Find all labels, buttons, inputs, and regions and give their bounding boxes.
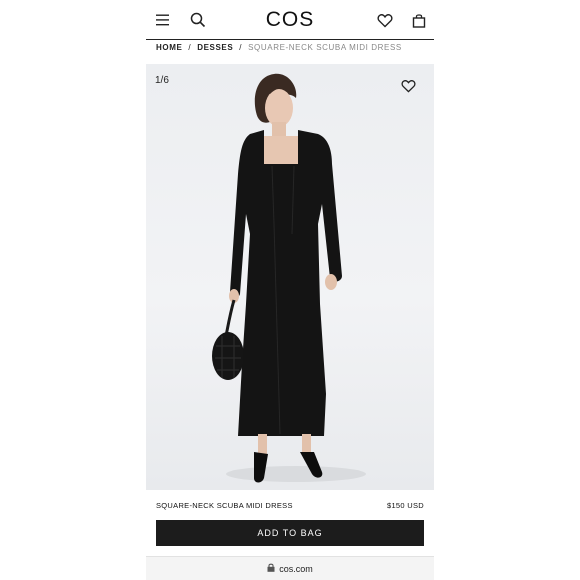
breadcrumb-separator: / bbox=[239, 43, 243, 52]
add-to-bag-button[interactable]: ADD TO BAG bbox=[156, 520, 424, 546]
lock-icon bbox=[267, 563, 275, 574]
breadcrumb-home[interactable]: HOME bbox=[156, 43, 182, 52]
heart-icon[interactable] bbox=[376, 11, 394, 29]
product-name: SQUARE-NECK SCUBA MIDI DRESS bbox=[156, 501, 293, 510]
product-price: $150 USD bbox=[386, 501, 424, 510]
product-page: COS HOME / DESSES / SQUARE-NECK SCUBA MI… bbox=[146, 0, 434, 580]
product-info-row: SQUARE-NECK SCUBA MIDI DRESS $150 USD bbox=[156, 501, 424, 510]
breadcrumb-dresses[interactable]: DESSES bbox=[197, 43, 233, 52]
bag-icon[interactable] bbox=[410, 11, 428, 29]
wishlist-heart-icon[interactable] bbox=[401, 79, 419, 97]
breadcrumb-current: SQUARE-NECK SCUBA MIDI DRESS bbox=[248, 43, 402, 52]
product-image bbox=[212, 73, 366, 483]
breadcrumb-separator: / bbox=[188, 43, 192, 52]
site-header: COS bbox=[146, 0, 434, 40]
breadcrumb: HOME / DESSES / SQUARE-NECK SCUBA MIDI D… bbox=[156, 43, 402, 52]
product-image-gallery[interactable]: 1/6 bbox=[146, 64, 434, 490]
url-text: cos.com bbox=[279, 563, 313, 574]
image-counter: 1/6 bbox=[155, 75, 169, 86]
browser-url-bar[interactable]: cos.com bbox=[146, 556, 434, 580]
